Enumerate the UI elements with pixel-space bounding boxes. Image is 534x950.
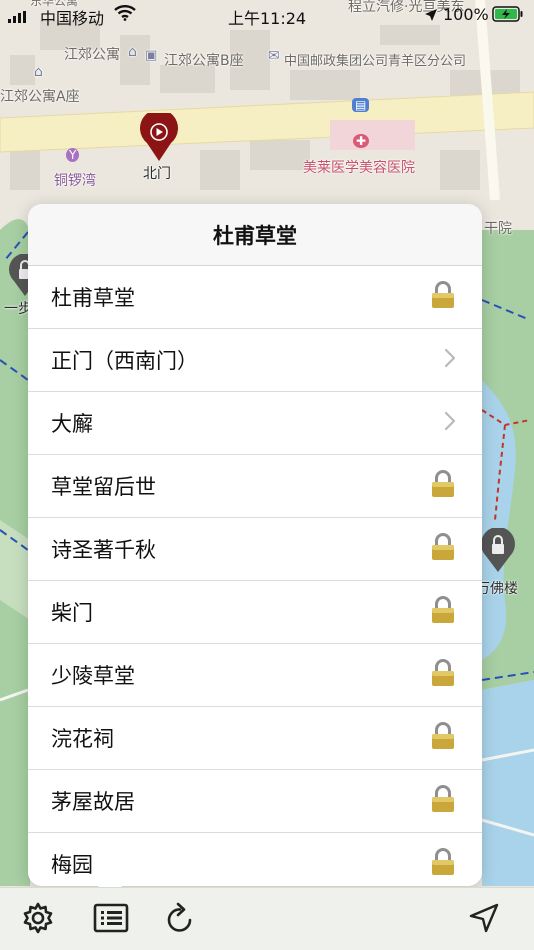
map-poi-icon: ⌂ — [34, 64, 43, 80]
map-label-jiangjiao-b: 江郊公寓B座 — [164, 53, 244, 69]
spot-list[interactable]: 杜甫草堂正门（西南门） 大廨草堂留后世诗圣著千秋柴门少陵草堂浣花祠茅屋故居梅园 — [28, 266, 482, 886]
chevron-right-icon — [444, 348, 456, 372]
map-pin-locked-wanfo[interactable] — [480, 528, 516, 574]
list-item[interactable]: 浣花祠 — [28, 707, 482, 770]
wifi-icon — [114, 5, 136, 25]
gear-icon — [23, 902, 53, 934]
lock-icon — [430, 469, 456, 503]
settings-button[interactable] — [18, 898, 58, 938]
list-item-label: 柴门 — [51, 601, 93, 625]
status-bar: 中国移动 上午11:24 100% — [0, 0, 534, 30]
map-poi-icon: ▣ — [145, 48, 158, 63]
lock-icon — [430, 721, 456, 755]
map-label-tongluowan: 铜锣湾 — [54, 173, 96, 189]
location-status-icon — [424, 7, 438, 26]
map-label-jiangjiao: 江郊公寓 — [64, 47, 120, 63]
carrier-label: 中国移动 — [40, 9, 105, 28]
list-item-label: 少陵草堂 — [51, 664, 135, 688]
bottom-toolbar — [0, 887, 534, 950]
battery-percent: 100% — [443, 5, 489, 24]
battery-icon — [492, 6, 524, 26]
map-label-jiangjiao-a: 江郊公寓A座 — [0, 89, 80, 105]
popover-header: 杜甫草堂 — [28, 204, 482, 266]
lock-icon — [430, 595, 456, 629]
map-poi-icon: ✚ — [353, 134, 370, 148]
chevron-right-icon — [444, 411, 456, 435]
list-item[interactable]: 柴门 — [28, 581, 482, 644]
map-label-north-gate: 北门 — [143, 166, 171, 182]
map-poi-icon: ▤ — [352, 98, 370, 112]
list-icon — [93, 903, 129, 933]
map-label-meilai: 美莱医学美容医院 — [303, 160, 415, 176]
list-item-label: 茅屋故居 — [51, 790, 135, 814]
lock-icon — [430, 847, 456, 881]
list-item-label: 杜甫草堂 — [51, 286, 135, 310]
location-arrow-icon — [469, 903, 499, 933]
list-item[interactable]: 梅园 — [28, 833, 482, 886]
list-item-label: 草堂留后世 — [51, 475, 156, 499]
list-item[interactable]: 少陵草堂 — [28, 644, 482, 707]
list-item[interactable]: 大廨 — [28, 392, 482, 455]
popover-title: 杜甫草堂 — [213, 223, 297, 248]
map-label-china-post: 中国邮政集团公司青羊区分公司 — [284, 54, 467, 69]
map-pin-north-gate[interactable] — [139, 113, 179, 163]
lock-icon — [430, 658, 456, 692]
list-item-label: 梅园 — [51, 853, 93, 877]
lock-icon — [430, 532, 456, 566]
list-item[interactable]: 茅屋故居 — [28, 770, 482, 833]
map-poi-icon: ⌂ — [128, 44, 137, 60]
list-item[interactable]: 正门（西南门） — [28, 329, 482, 392]
lock-icon — [430, 784, 456, 818]
map-label-wanfo: 万佛楼 — [476, 581, 518, 597]
refresh-button[interactable] — [160, 898, 200, 938]
map-poi-icon: ✉ — [268, 48, 280, 64]
list-item-label: 大廨 — [51, 412, 93, 436]
list-item[interactable]: 草堂留后世 — [28, 455, 482, 518]
tour-spots-popover: 杜甫草堂 杜甫草堂正门（西南门） 大廨草堂留后世诗圣著千秋柴门少陵草堂浣花祠茅屋故… — [28, 204, 482, 886]
list-item-label: 浣花祠 — [51, 727, 114, 751]
lock-icon — [430, 280, 456, 314]
list-item-label: 正门（西南门） — [51, 349, 198, 373]
locate-me-button[interactable] — [464, 898, 504, 938]
refresh-icon — [167, 902, 192, 932]
clock: 上午11:24 — [228, 9, 307, 28]
signal-icon — [8, 8, 30, 27]
list-item[interactable]: 诗圣著千秋 — [28, 518, 482, 581]
list-item[interactable]: 杜甫草堂 — [28, 266, 482, 329]
map-label-ganyuan: 干院 — [484, 221, 512, 237]
list-item-label: 诗圣著千秋 — [51, 538, 156, 562]
list-button[interactable] — [91, 898, 131, 938]
